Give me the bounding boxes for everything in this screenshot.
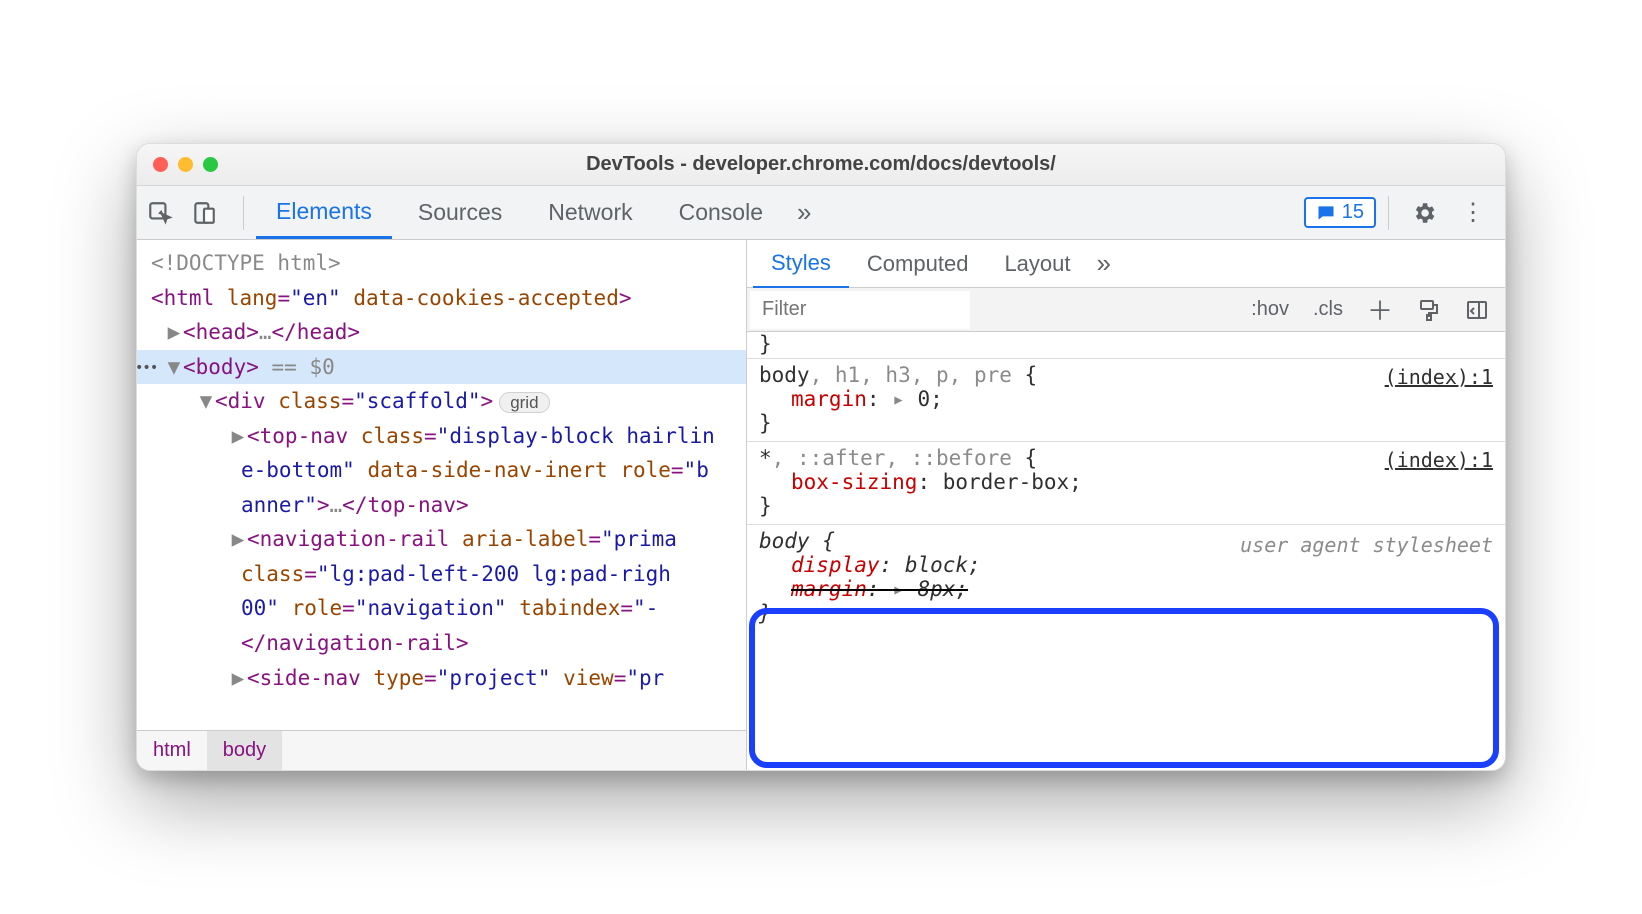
tab-elements[interactable]: Elements xyxy=(256,186,392,239)
panes: <!DOCTYPE html> <html lang="en" data-coo… xyxy=(137,240,1505,770)
css-rule[interactable]: (index):1 body, h1, h3, p, pre { margin:… xyxy=(747,359,1505,442)
css-prop-overridden[interactable]: margin: ▸ 8px; xyxy=(759,577,1493,601)
styles-panel: Styles Computed Layout » :hov .cls ＋ xyxy=(747,240,1505,770)
minimize-icon[interactable] xyxy=(178,157,193,172)
styles-tabs: Styles Computed Layout » xyxy=(747,240,1505,288)
hov-toggle[interactable]: :hov xyxy=(1241,294,1299,325)
dom-div-scaffold[interactable]: ▼<div class="scaffold">grid xyxy=(137,384,746,419)
breadcrumbs: html body xyxy=(137,730,746,770)
dom-navrail-cont2[interactable]: 00" role="navigation" tabindex="- xyxy=(137,591,746,626)
window-controls xyxy=(153,157,218,172)
styles-filter-bar: :hov .cls ＋ xyxy=(747,288,1505,332)
more-subtabs-icon[interactable]: » xyxy=(1089,248,1119,279)
subtab-computed[interactable]: Computed xyxy=(849,239,987,289)
grid-badge[interactable]: grid xyxy=(499,392,549,413)
kebab-menu-icon[interactable]: ⋮ xyxy=(1451,198,1495,227)
css-prop[interactable]: margin: ▸ 0; xyxy=(759,387,1493,411)
css-prop[interactable]: box-sizing: border-box; xyxy=(759,470,1493,494)
dom-sidenav[interactable]: ▶<side-nav type="project" view="pr xyxy=(137,661,746,696)
subtab-layout[interactable]: Layout xyxy=(986,239,1088,289)
maximize-icon[interactable] xyxy=(203,157,218,172)
messages-count: 15 xyxy=(1342,201,1364,224)
tab-sources[interactable]: Sources xyxy=(398,187,522,238)
dom-navrail-cont[interactable]: class="lg:pad-left-200 lg:pad-righ xyxy=(137,557,746,592)
dom-topnav[interactable]: ▶<top-nav class="display-block hairlin xyxy=(137,419,746,454)
close-icon[interactable] xyxy=(153,157,168,172)
crumb-html[interactable]: html xyxy=(137,731,207,770)
message-icon xyxy=(1316,203,1336,223)
panel-tabs: Elements Sources Network Console » xyxy=(256,186,1300,239)
dom-navrail-close[interactable]: </navigation-rail> xyxy=(137,626,746,661)
settings-icon[interactable] xyxy=(1401,200,1447,226)
device-toggle-icon[interactable] xyxy=(191,200,231,226)
dom-body-selected[interactable]: ▼<body> == $0 xyxy=(137,350,746,385)
tab-network[interactable]: Network xyxy=(528,187,652,238)
subtab-styles[interactable]: Styles xyxy=(753,238,849,289)
rule-fragment[interactable]: } xyxy=(747,332,1505,359)
elements-panel: <!DOCTYPE html> <html lang="en" data-coo… xyxy=(137,240,747,770)
main-toolbar: Elements Sources Network Console » 15 ⋮ xyxy=(137,186,1505,240)
dom-tree[interactable]: <!DOCTYPE html> <html lang="en" data-coo… xyxy=(137,240,746,730)
cls-toggle[interactable]: .cls xyxy=(1303,294,1353,325)
css-rule[interactable]: (index):1 *, ::after, ::before { box-siz… xyxy=(747,442,1505,525)
highlight-annotation xyxy=(749,608,1499,768)
toggle-side-icon[interactable] xyxy=(1455,294,1499,326)
toolbar-divider xyxy=(243,196,244,230)
crumb-body[interactable]: body xyxy=(207,731,282,770)
style-rules: } (index):1 body, h1, h3, p, pre { margi… xyxy=(747,332,1505,770)
devtools-window: DevTools - developer.chrome.com/docs/dev… xyxy=(136,143,1506,771)
messages-badge[interactable]: 15 xyxy=(1304,197,1376,228)
more-tabs-icon[interactable]: » xyxy=(789,197,819,228)
rule-source[interactable]: (index):1 xyxy=(1385,448,1493,472)
titlebar: DevTools - developer.chrome.com/docs/dev… xyxy=(137,144,1505,186)
inspect-icon[interactable] xyxy=(147,200,187,226)
dom-topnav-cont2[interactable]: anner">…</top-nav> xyxy=(137,488,746,523)
toolbar-divider xyxy=(1388,196,1389,230)
dom-topnav-cont[interactable]: e-bottom" data-side-nav-inert role="b xyxy=(137,453,746,488)
new-rule-icon[interactable]: ＋ xyxy=(1357,287,1403,332)
paint-icon[interactable] xyxy=(1407,294,1451,326)
filter-input[interactable] xyxy=(750,291,970,329)
dom-head[interactable]: ▶<head>…</head> xyxy=(137,315,746,350)
rule-source[interactable]: (index):1 xyxy=(1385,365,1493,389)
css-rule-useragent[interactable]: user agent stylesheet body { display: bl… xyxy=(747,525,1505,631)
dom-doctype[interactable]: <!DOCTYPE html> xyxy=(137,246,746,281)
dom-navrail[interactable]: ▶<navigation-rail aria-label="prima xyxy=(137,522,746,557)
dom-html[interactable]: <html lang="en" data-cookies-accepted> xyxy=(137,281,746,316)
window-title: DevTools - developer.chrome.com/docs/dev… xyxy=(151,153,1491,176)
tab-console[interactable]: Console xyxy=(659,187,783,238)
rule-source-ua: user agent stylesheet xyxy=(1240,533,1493,557)
